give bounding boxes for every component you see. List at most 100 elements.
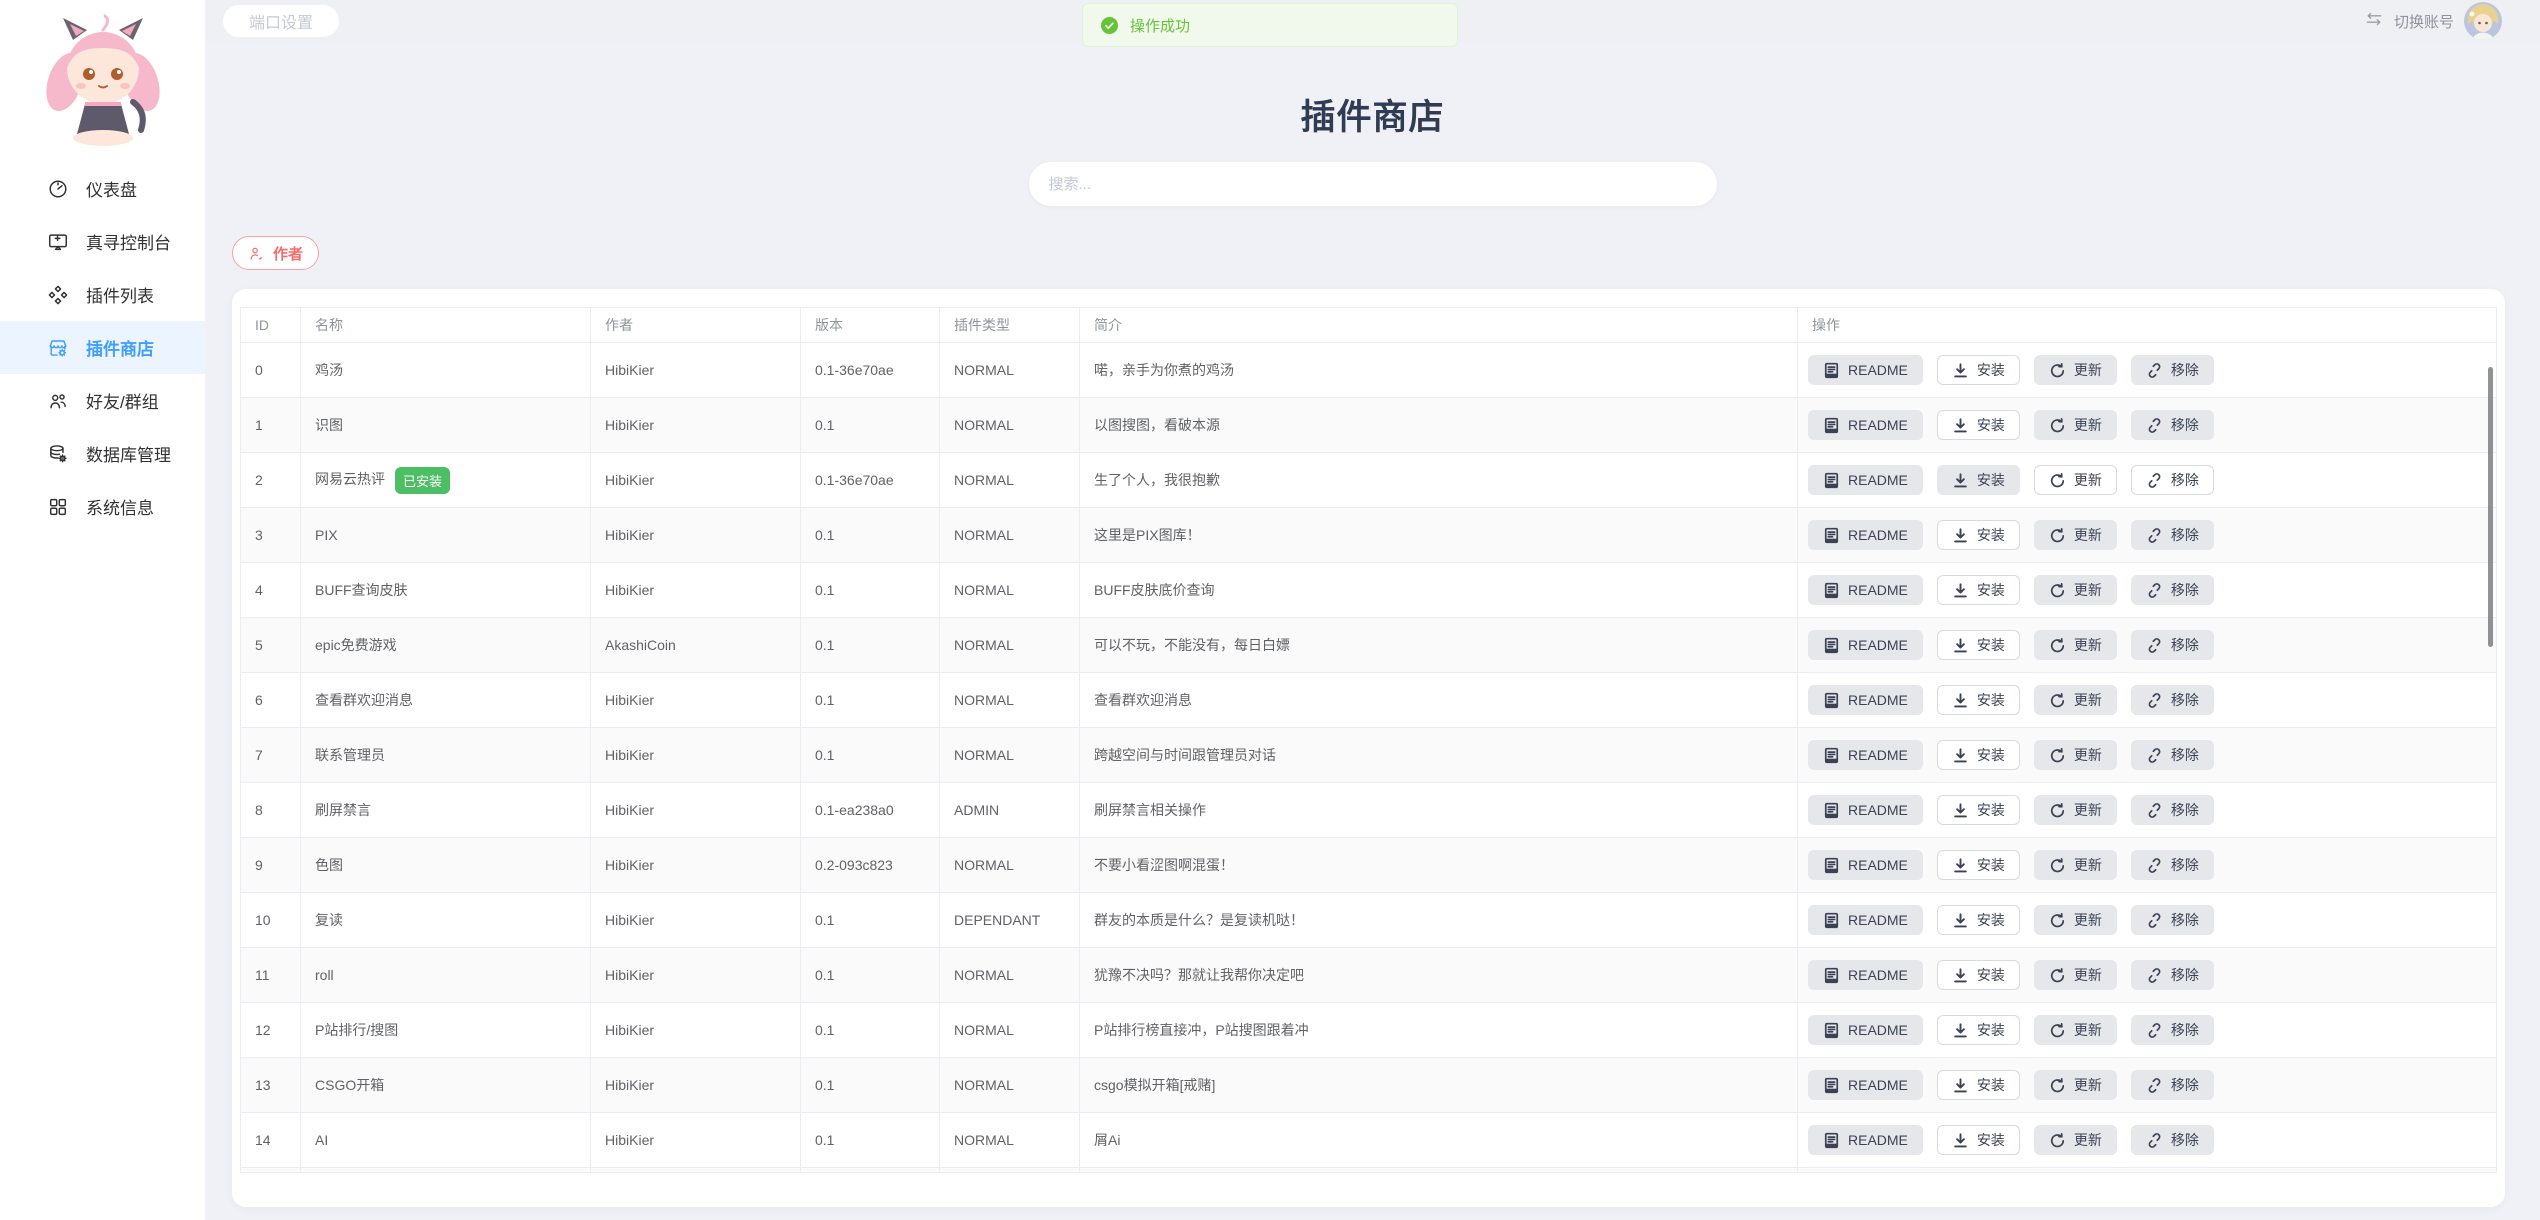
- install-label: 安装: [1977, 415, 2005, 435]
- install-button[interactable]: 安装: [1937, 355, 2020, 385]
- remove-label: 移除: [2171, 800, 2199, 820]
- table-scrollbar-thumb[interactable]: [2488, 367, 2493, 647]
- unlink-icon: [2146, 1022, 2163, 1039]
- readme-button[interactable]: README: [1808, 1015, 1923, 1045]
- install-button[interactable]: 安装: [1937, 520, 2020, 550]
- remove-button[interactable]: 移除: [2131, 355, 2214, 385]
- readme-button[interactable]: README: [1808, 1125, 1923, 1155]
- update-button[interactable]: 更新: [2034, 960, 2117, 990]
- remove-button[interactable]: 移除: [2131, 795, 2214, 825]
- readme-button[interactable]: README: [1808, 740, 1923, 770]
- readme-button[interactable]: README: [1808, 795, 1923, 825]
- sidebar-item-friends-groups[interactable]: 好友/群组: [0, 374, 205, 427]
- remove-button[interactable]: 移除: [2131, 740, 2214, 770]
- cell-description: P站排行榜直接冲，P站搜图跟着冲: [1080, 1003, 1798, 1058]
- readme-button[interactable]: README: [1808, 905, 1923, 935]
- update-button[interactable]: 更新: [2034, 685, 2117, 715]
- cell-version: 0.1: [801, 728, 940, 783]
- remove-button[interactable]: 移除: [2131, 905, 2214, 935]
- remove-label: 移除: [2171, 1020, 2199, 1040]
- install-button[interactable]: 安装: [1937, 905, 2020, 935]
- remove-button[interactable]: 移除: [2131, 410, 2214, 440]
- cell-actions: README 安装 更新 移除: [1798, 838, 2497, 893]
- remove-button[interactable]: 移除: [2131, 575, 2214, 605]
- readme-button[interactable]: README: [1808, 685, 1923, 715]
- update-label: 更新: [2074, 360, 2102, 380]
- readme-button[interactable]: README: [1808, 355, 1923, 385]
- install-button[interactable]: 安装: [1937, 685, 2020, 715]
- cell-description: BUFF皮肤底价查询: [1080, 563, 1798, 618]
- search-input[interactable]: [1029, 162, 1717, 206]
- port-settings-button[interactable]: 端口设置: [223, 5, 339, 37]
- cell-type: ADMIN: [940, 783, 1080, 838]
- readme-button[interactable]: README: [1808, 630, 1923, 660]
- update-button[interactable]: 更新: [2034, 795, 2117, 825]
- update-button[interactable]: 更新: [2034, 850, 2117, 880]
- update-button[interactable]: 更新: [2034, 410, 2117, 440]
- update-button[interactable]: 更新: [2034, 465, 2117, 495]
- update-button[interactable]: 更新: [2034, 630, 2117, 660]
- install-button[interactable]: 安装: [1937, 795, 2020, 825]
- readme-button[interactable]: README: [1808, 465, 1923, 495]
- install-button[interactable]: 安装: [1937, 465, 2020, 495]
- update-button[interactable]: 更新: [2034, 740, 2117, 770]
- cell-id: 10: [241, 893, 301, 948]
- install-button[interactable]: 安装: [1937, 575, 2020, 605]
- cell-actions: README 安装 更新 移除: [1798, 1113, 2497, 1168]
- readme-button[interactable]: README: [1808, 850, 1923, 880]
- remove-button[interactable]: 移除: [2131, 465, 2214, 495]
- readme-button[interactable]: README: [1808, 1070, 1923, 1100]
- refresh-icon: [2049, 747, 2066, 764]
- install-button[interactable]: 安装: [1937, 410, 2020, 440]
- update-button[interactable]: 更新: [2034, 575, 2117, 605]
- install-button[interactable]: 安装: [1937, 740, 2020, 770]
- install-button[interactable]: 安装: [1937, 1015, 2020, 1045]
- sidebar-item-dashboard[interactable]: 仪表盘: [0, 162, 205, 215]
- author-filter-button[interactable]: 作者: [232, 236, 319, 270]
- update-button[interactable]: 更新: [2034, 1070, 2117, 1100]
- update-button[interactable]: 更新: [2034, 1015, 2117, 1045]
- unlink-icon: [2146, 582, 2163, 599]
- cell-name: AI: [301, 1113, 591, 1168]
- table-header-row: ID名称作者版本插件类型简介操作: [241, 308, 2497, 343]
- update-button[interactable]: 更新: [2034, 355, 2117, 385]
- sidebar-item-console[interactable]: 真寻控制台: [0, 215, 205, 268]
- readme-button[interactable]: README: [1808, 410, 1923, 440]
- remove-button[interactable]: 移除: [2131, 685, 2214, 715]
- install-button[interactable]: 安装: [1937, 1125, 2020, 1155]
- switch-account-link[interactable]: 切换账号: [2394, 11, 2454, 32]
- cell-name: 色图: [301, 838, 591, 893]
- cell-author: HibiKier: [591, 1113, 801, 1168]
- readme-button[interactable]: README: [1808, 960, 1923, 990]
- sidebar-item-plugin-list[interactable]: 插件列表: [0, 268, 205, 321]
- install-button[interactable]: 安装: [1937, 1070, 2020, 1100]
- remove-button[interactable]: 移除: [2131, 520, 2214, 550]
- install-button[interactable]: 安装: [1937, 960, 2020, 990]
- remove-button[interactable]: 移除: [2131, 850, 2214, 880]
- plugin-name: 复读: [315, 912, 343, 928]
- install-button[interactable]: 安装: [1937, 630, 2020, 660]
- refresh-icon: [2049, 1077, 2066, 1094]
- cell-type: NORMAL: [940, 398, 1080, 453]
- cell-id: 5: [241, 618, 301, 673]
- update-button[interactable]: 更新: [2034, 905, 2117, 935]
- update-button[interactable]: 更新: [2034, 520, 2117, 550]
- remove-button[interactable]: 移除: [2131, 1125, 2214, 1155]
- remove-button[interactable]: 移除: [2131, 630, 2214, 660]
- user-avatar[interactable]: [2464, 2, 2502, 40]
- update-button[interactable]: 更新: [2034, 1125, 2117, 1155]
- sidebar-item-system-info[interactable]: 系统信息: [0, 480, 205, 533]
- sidebar-item-database[interactable]: 数据库管理: [0, 427, 205, 480]
- remove-label: 移除: [2171, 745, 2199, 765]
- update-label: 更新: [2074, 415, 2102, 435]
- remove-button[interactable]: 移除: [2131, 1070, 2214, 1100]
- install-button[interactable]: 安装: [1937, 850, 2020, 880]
- cell-author: AkashiCoin: [591, 618, 801, 673]
- readme-button[interactable]: README: [1808, 575, 1923, 605]
- readme-label: README: [1848, 747, 1908, 763]
- sidebar-item-plugin-store[interactable]: 插件商店: [0, 321, 205, 374]
- cell-id: 1: [241, 398, 301, 453]
- remove-button[interactable]: 移除: [2131, 1015, 2214, 1045]
- readme-button[interactable]: README: [1808, 520, 1923, 550]
- remove-button[interactable]: 移除: [2131, 960, 2214, 990]
